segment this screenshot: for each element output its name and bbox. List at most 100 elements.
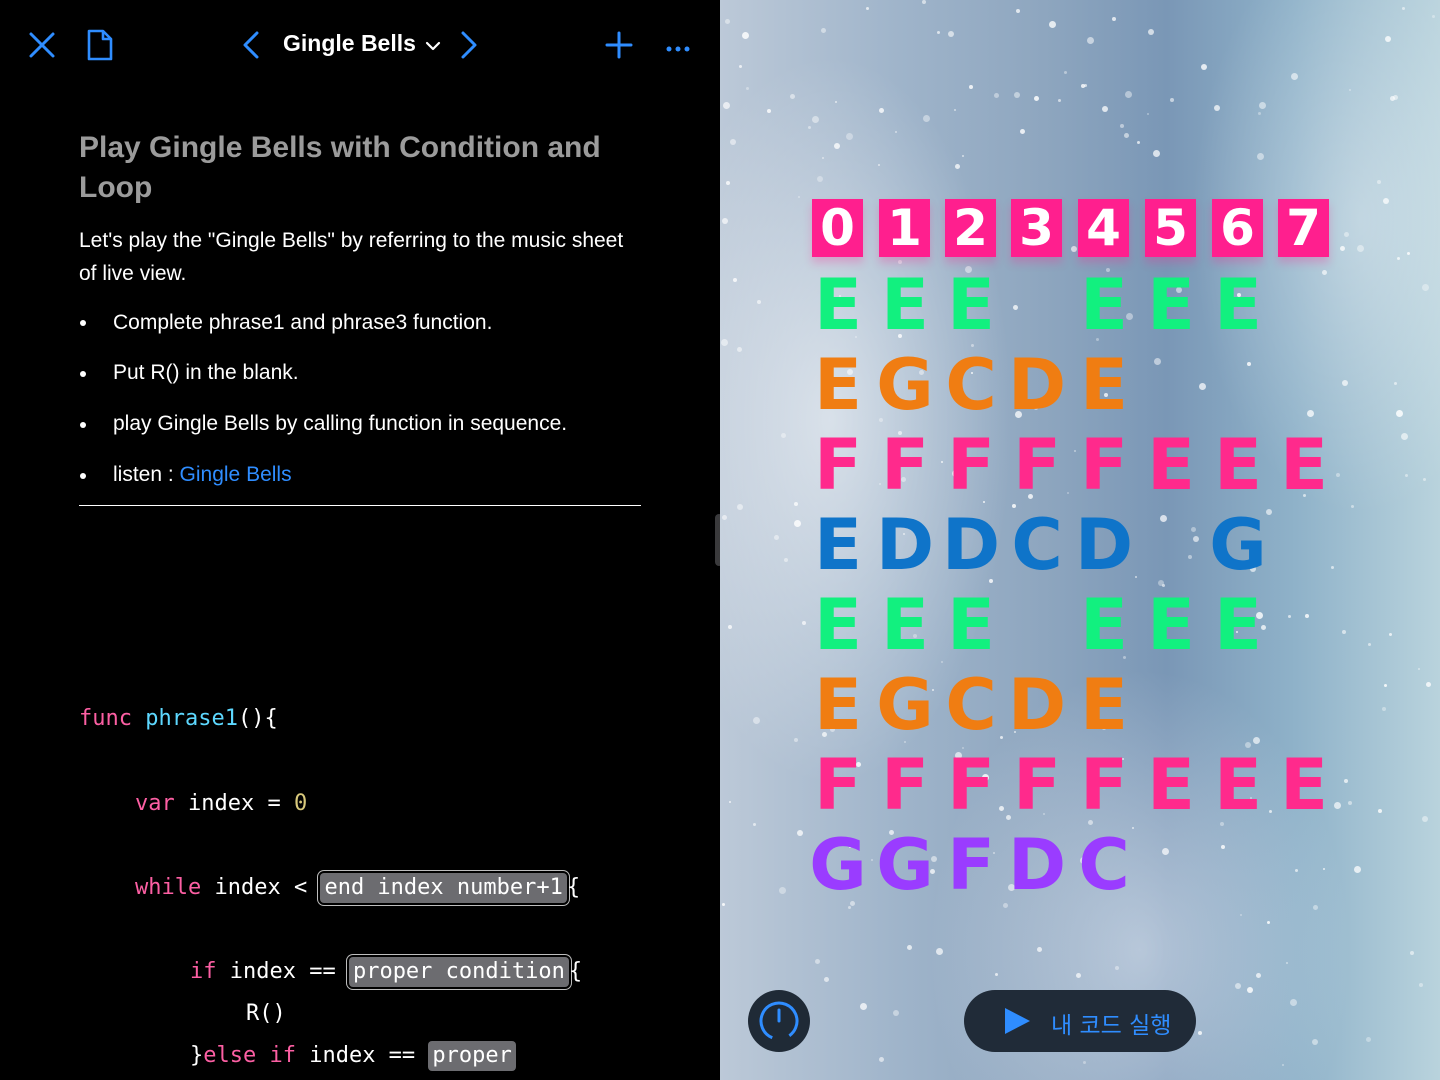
code-text: R() [246, 1001, 286, 1026]
snowflake [1384, 684, 1387, 687]
note-D: D [875, 504, 935, 586]
page-title[interactable]: Gingle Bells [283, 30, 416, 57]
snowflake [722, 218, 728, 224]
add-icon[interactable] [605, 31, 633, 64]
placeholder-token[interactable]: end index number+1 [320, 873, 567, 903]
placeholder-token[interactable]: proper condition [348, 957, 569, 987]
code-text: index < [201, 875, 321, 900]
code-line[interactable]: while index < end index number+1{ [135, 873, 580, 903]
note-F: F [947, 424, 995, 506]
snowflake [1083, 1061, 1086, 1064]
snowflake [1368, 643, 1371, 646]
note-E: E [1214, 584, 1262, 666]
snowflake [1396, 410, 1403, 417]
snowflake [784, 558, 788, 562]
note-E: E [1147, 584, 1195, 666]
snowflake [954, 109, 956, 111]
listen-link[interactable]: Gingle Bells [180, 463, 292, 486]
note-F: F [1013, 744, 1061, 826]
snowflake [781, 433, 786, 438]
snowflake [879, 108, 884, 113]
placeholder-token[interactable]: proper [428, 1041, 516, 1071]
more-icon[interactable] [666, 40, 690, 58]
bullet-item: Complete phrase1 and phrase3 function. [113, 311, 493, 334]
snowflake [767, 109, 771, 113]
snowflake [1410, 951, 1414, 955]
code-text: index == [216, 959, 349, 984]
note-E: E [1214, 264, 1262, 346]
note-F: F [814, 744, 862, 826]
snowflake [808, 126, 811, 129]
snowflake [1115, 966, 1119, 970]
code-function-name: phrase1 [145, 706, 238, 731]
snowflake [1291, 73, 1298, 80]
snowflake [812, 116, 819, 123]
code-line[interactable]: R() [246, 999, 286, 1029]
code-keyword: else if [203, 1043, 296, 1068]
live-view: 01234567 EEEEEEEGCDEFFFFFEEEEDDCDGEEEEEE… [720, 0, 1440, 1080]
snowflake [1154, 358, 1161, 365]
snowflake [730, 139, 736, 145]
chevron-left-icon[interactable] [241, 30, 261, 65]
speed-button[interactable] [748, 990, 810, 1052]
snowflake [969, 85, 973, 89]
code-text: { [568, 959, 583, 984]
speedometer-icon [759, 1001, 799, 1041]
note-F: F [1080, 744, 1128, 826]
chevron-down-icon[interactable] [425, 39, 441, 57]
snowflake [1342, 380, 1348, 386]
snowflake [848, 906, 851, 909]
snowflake [753, 717, 760, 724]
snowflake [1422, 284, 1429, 291]
snowflake [1426, 682, 1431, 687]
snowflake [757, 300, 761, 304]
document-icon[interactable] [86, 28, 114, 67]
snowflake [955, 164, 960, 169]
note-C: C [1011, 504, 1063, 586]
note-F: F [947, 744, 995, 826]
snowflake [1214, 105, 1220, 111]
snowflake [1193, 536, 1199, 542]
snowflake [1286, 962, 1288, 964]
listen-label: listen : [113, 463, 180, 486]
chevron-right-icon[interactable] [459, 30, 479, 65]
code-line[interactable]: }else if index == proper [190, 1041, 516, 1071]
play-icon [1005, 1008, 1030, 1034]
snowflake [1102, 106, 1108, 112]
snowflake [722, 515, 727, 520]
snowflake [1253, 737, 1260, 744]
snowflake [790, 94, 795, 99]
note-E: E [814, 664, 862, 746]
code-keyword: func [79, 706, 132, 731]
snowflake [1016, 9, 1020, 13]
code-line[interactable]: if index == proper condition{ [190, 957, 582, 987]
run-my-code-button[interactable]: 내 코드 실행 [964, 990, 1196, 1052]
snowflake [1366, 1037, 1371, 1042]
snowflake [1188, 555, 1192, 559]
snowflake [948, 31, 954, 37]
note-E: E [1214, 424, 1262, 506]
close-icon[interactable] [28, 31, 56, 64]
snowflake [728, 625, 732, 629]
snowflake [798, 196, 800, 198]
bullet-item: Put R() in the blank. [113, 361, 299, 384]
code-line[interactable]: var index = 0 [135, 789, 307, 819]
note-D: D [1007, 824, 1067, 906]
note-G: G [809, 824, 867, 906]
snowflake [1405, 474, 1408, 477]
snowflake [907, 945, 912, 950]
snowflake [846, 133, 853, 140]
code-line[interactable]: func phrase1(){ [79, 704, 278, 734]
snowflake [1423, 478, 1426, 481]
note-G: G [876, 344, 934, 426]
beat-number-2: 2 [945, 199, 996, 257]
snowflake [726, 181, 730, 185]
snowflake [1331, 566, 1334, 569]
snowflake [1221, 845, 1225, 849]
note-F: F [1013, 424, 1061, 506]
snowflake [1305, 614, 1309, 618]
snowflake [860, 1003, 867, 1010]
snowflake [878, 164, 880, 166]
note-E: E [814, 264, 862, 346]
snowflake [1323, 868, 1325, 870]
